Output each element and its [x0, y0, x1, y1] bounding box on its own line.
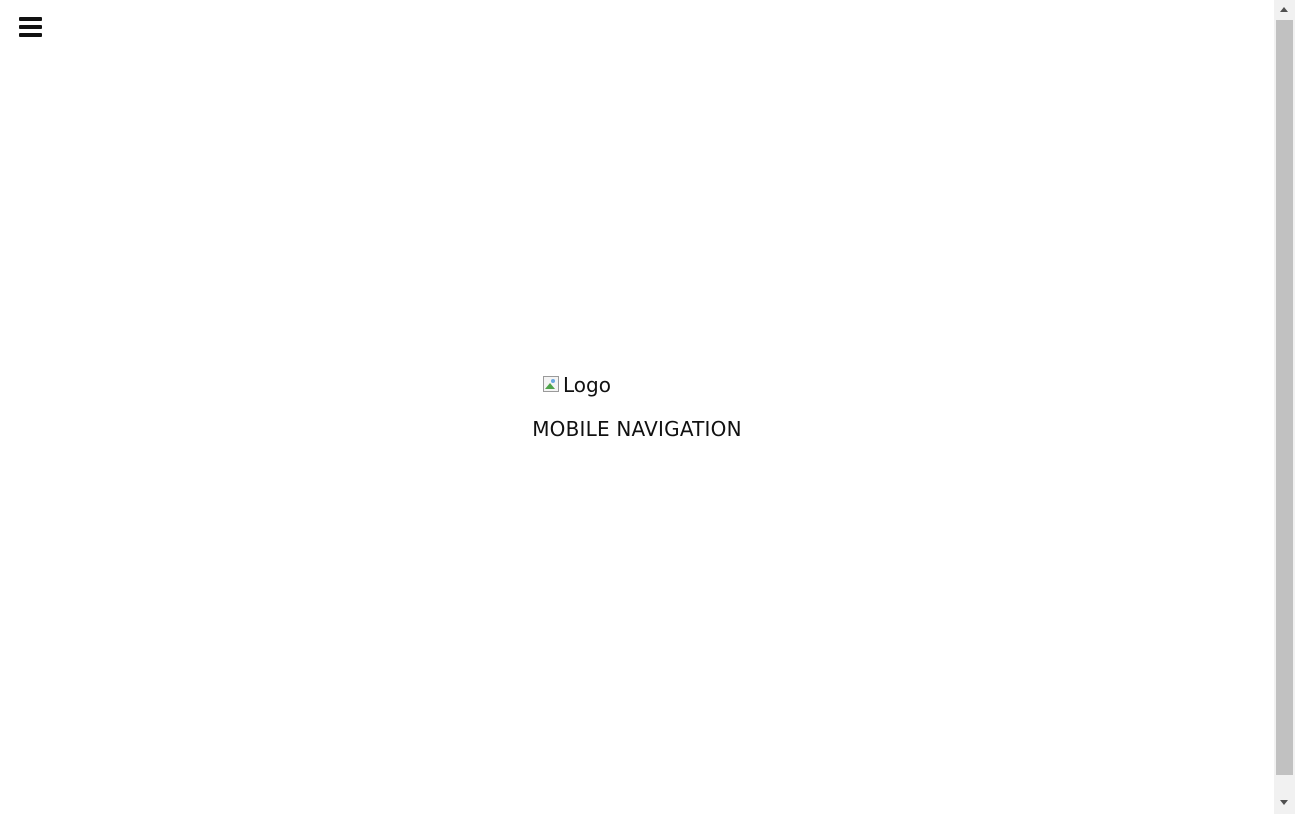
menu-bar-middle	[19, 25, 42, 29]
scrollbar-thumb[interactable]	[1276, 20, 1293, 775]
menu-bar-top	[19, 17, 42, 21]
menu-bar-bottom	[19, 33, 42, 37]
vertical-scrollbar[interactable]	[1274, 0, 1295, 814]
logo-alt-text: Logo	[563, 373, 611, 397]
logo[interactable]: Logo	[543, 372, 611, 398]
broken-image-icon	[543, 376, 559, 392]
hamburger-menu-icon[interactable]	[19, 14, 43, 42]
mobile-navigation-title: MOBILE NAVIGATION	[532, 417, 742, 441]
page: Logo MOBILE NAVIGATION	[0, 0, 1295, 814]
scroll-down-arrow-icon[interactable]	[1274, 795, 1295, 812]
scroll-up-arrow-icon[interactable]	[1274, 2, 1295, 19]
page-content: Logo MOBILE NAVIGATION	[0, 0, 1274, 814]
